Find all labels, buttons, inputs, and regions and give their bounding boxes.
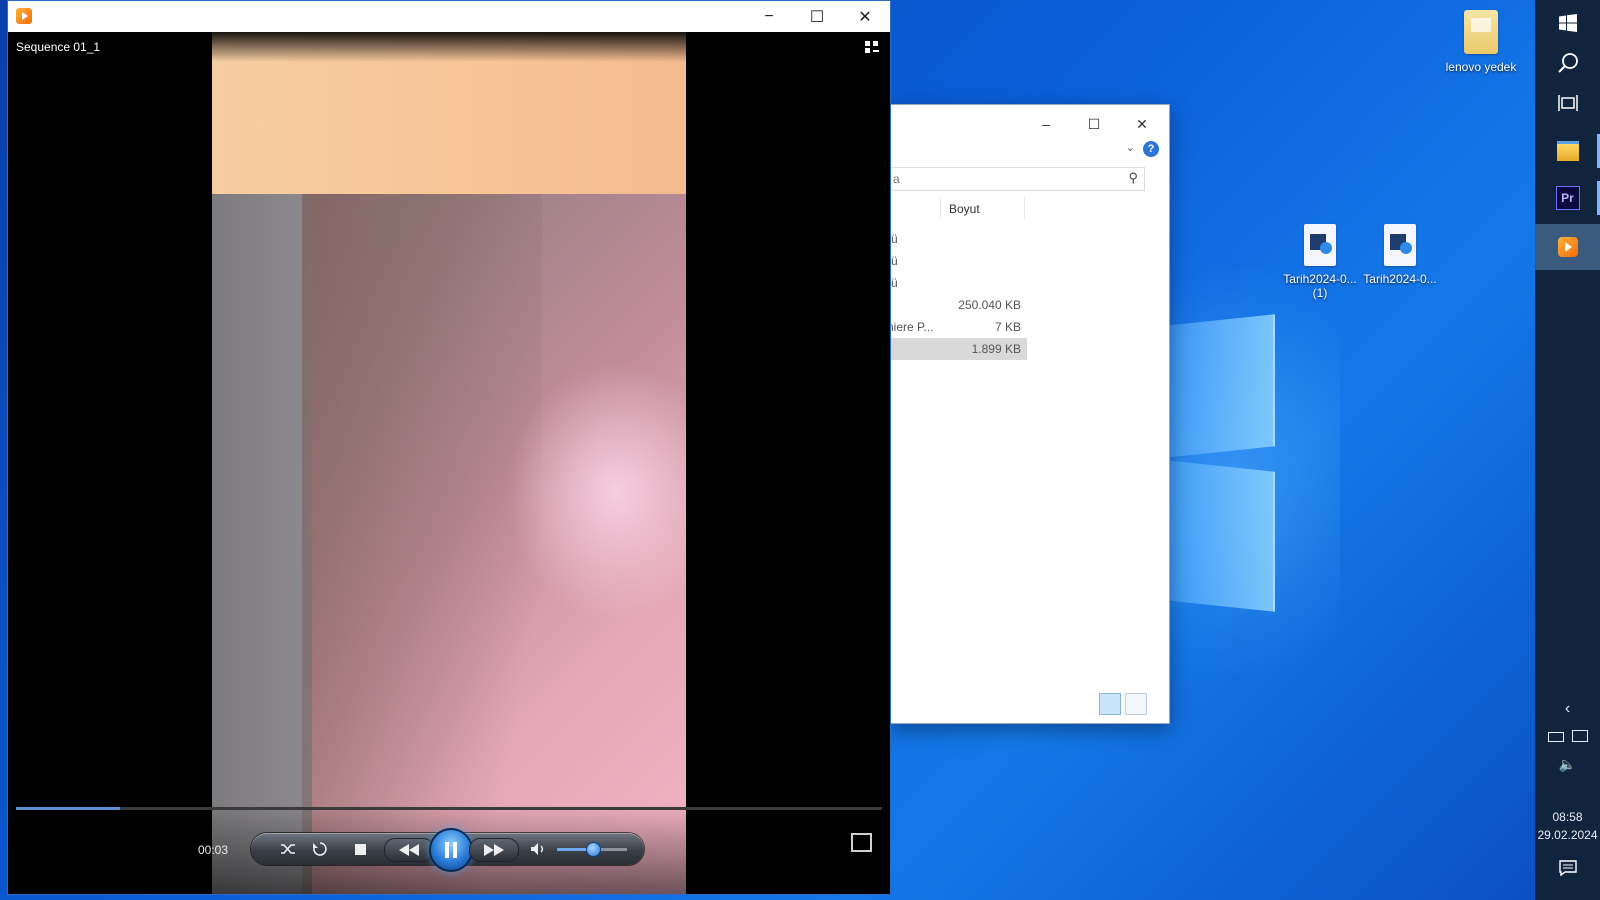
elapsed-time: 00:03 bbox=[198, 843, 229, 857]
file-size: 250.040 KB bbox=[958, 298, 1021, 312]
previous-button[interactable] bbox=[384, 838, 434, 862]
shuffle-icon bbox=[281, 844, 295, 854]
media-file-icon bbox=[1304, 224, 1336, 266]
seek-bar-progress bbox=[16, 807, 120, 810]
stop-icon bbox=[354, 843, 366, 855]
clock-date: 29.02.2024 bbox=[1537, 828, 1598, 842]
repeat-button[interactable] bbox=[307, 833, 333, 865]
pause-button[interactable] bbox=[429, 828, 473, 872]
taskbar-file-explorer[interactable] bbox=[1535, 128, 1600, 174]
taskbar: Pr ‹ 🔈 08:58 29.02.2024 bbox=[1535, 0, 1600, 900]
desktop-icon-label: lenovo yedek bbox=[1445, 60, 1517, 74]
taskbar-media-player[interactable] bbox=[1535, 224, 1600, 270]
chevron-down-icon[interactable]: ⌄ bbox=[1126, 141, 1135, 154]
player-close-button[interactable]: ✕ bbox=[841, 1, 889, 32]
previous-icon bbox=[399, 844, 419, 856]
windows-start-icon bbox=[1558, 14, 1577, 32]
search-icon[interactable]: ⚲ bbox=[1128, 170, 1138, 186]
help-button[interactable]: ? bbox=[1143, 141, 1159, 157]
playback-controls bbox=[251, 828, 644, 872]
folder-icon bbox=[1464, 10, 1498, 54]
file-row[interactable]: rü bbox=[887, 250, 1027, 272]
media-title: Sequence 01_1 bbox=[16, 40, 101, 54]
search-input[interactable]: a ⚲ bbox=[891, 167, 1145, 191]
desktop-icon-label: Tarih2024-0... (1) bbox=[1283, 272, 1357, 300]
desktop-icon-tarih-1[interactable]: Tarih2024-0... (1) bbox=[1279, 224, 1361, 300]
windows-logo-wallpaper bbox=[1165, 314, 1285, 620]
file-row-selected[interactable]: 1.899 KB bbox=[891, 338, 1027, 360]
explorer-close-button[interactable]: ✕ bbox=[1119, 113, 1165, 135]
file-size: 7 KB bbox=[994, 320, 1021, 334]
media-player-app-icon bbox=[16, 8, 32, 24]
seek-bar[interactable] bbox=[16, 807, 882, 810]
speaker-icon bbox=[531, 843, 543, 855]
network-icon[interactable] bbox=[1571, 730, 1588, 742]
taskbar-premiere-pro[interactable]: Pr bbox=[1535, 175, 1600, 221]
switch-to-library-icon[interactable] bbox=[864, 39, 880, 55]
notification-icon bbox=[1558, 860, 1577, 877]
stop-button[interactable] bbox=[347, 833, 373, 865]
explorer-titlebar: – ☐ ✕ ⌄ ? bbox=[891, 105, 1169, 157]
desktop-icon-label: Tarih2024-0... bbox=[1363, 272, 1437, 286]
next-button[interactable] bbox=[469, 838, 519, 862]
column-divider[interactable] bbox=[1024, 197, 1025, 219]
view-toggle bbox=[1099, 693, 1147, 715]
player-maximize-button[interactable]: ☐ bbox=[793, 1, 841, 32]
desktop-icon-lenovo-yedek[interactable]: lenovo yedek bbox=[1440, 10, 1522, 74]
clock[interactable]: 08:58 29.02.2024 bbox=[1535, 808, 1600, 844]
action-center-button[interactable] bbox=[1535, 860, 1600, 879]
details-view-icon[interactable] bbox=[1099, 693, 1121, 715]
video-frame[interactable] bbox=[212, 32, 686, 894]
volume-slider-handle[interactable] bbox=[586, 842, 601, 857]
shuffle-button[interactable] bbox=[275, 833, 301, 865]
column-header-row: Boyut bbox=[891, 193, 1169, 223]
large-icons-view-icon[interactable] bbox=[1125, 693, 1147, 715]
file-row[interactable]: rü bbox=[887, 228, 1027, 250]
mute-button[interactable] bbox=[525, 833, 551, 865]
task-view-icon bbox=[1557, 95, 1578, 111]
file-row[interactable]: 250.040 KB bbox=[891, 294, 1027, 316]
premiere-pro-icon: Pr bbox=[1555, 186, 1580, 210]
show-hidden-icons-button[interactable]: ‹ bbox=[1535, 700, 1600, 718]
clock-time: 08:58 bbox=[1552, 810, 1583, 824]
battery-icon[interactable] bbox=[1547, 732, 1564, 742]
file-row[interactable]: niere P... 7 KB bbox=[887, 316, 1027, 338]
folder-icon bbox=[1556, 141, 1579, 161]
file-name: niere P... bbox=[887, 320, 934, 334]
file-size: 1.899 KB bbox=[971, 342, 1021, 356]
explorer-maximize-button[interactable]: ☐ bbox=[1071, 113, 1117, 135]
fullscreen-button[interactable] bbox=[851, 833, 872, 852]
explorer-minimize-button[interactable]: – bbox=[1023, 113, 1069, 135]
media-file-icon bbox=[1384, 224, 1416, 266]
search-icon bbox=[1557, 53, 1578, 73]
media-player-icon bbox=[1557, 237, 1578, 257]
next-icon bbox=[484, 844, 504, 856]
task-view-button[interactable] bbox=[1535, 80, 1600, 126]
file-explorer-window: – ☐ ✕ ⌄ ? a ⚲ Boyut rü rü rü 250.040 KB … bbox=[887, 104, 1170, 724]
player-titlebar[interactable]: − ☐ ✕ bbox=[8, 1, 890, 32]
desktop-icon-tarih-2[interactable]: Tarih2024-0... bbox=[1359, 224, 1441, 286]
repeat-icon bbox=[313, 842, 327, 856]
volume-tray-icon[interactable]: 🔈 bbox=[1535, 756, 1600, 773]
pause-icon bbox=[445, 842, 449, 858]
column-divider[interactable] bbox=[940, 197, 941, 219]
column-header-size[interactable]: Boyut bbox=[949, 202, 980, 216]
media-player-window: − ☐ ✕ Sequence 01_1 00:03 bbox=[7, 0, 891, 895]
tray-icons bbox=[1535, 730, 1600, 745]
player-minimize-button[interactable]: − bbox=[745, 1, 793, 32]
search-text: a bbox=[893, 172, 900, 186]
file-row[interactable]: rü bbox=[887, 272, 1027, 294]
